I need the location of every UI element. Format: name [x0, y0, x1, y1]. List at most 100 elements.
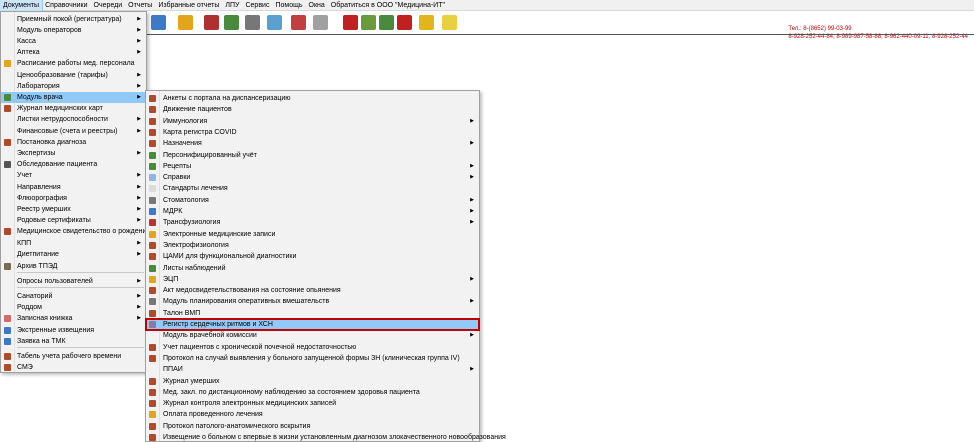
- submenu-item[interactable]: Оплата проведенного лечения: [146, 409, 479, 420]
- toolbar-icon[interactable]: [204, 15, 219, 30]
- submenu-item[interactable]: Анкеты с портала на диспансеризацию: [146, 93, 479, 104]
- menu-item[interactable]: Учет ▶: [1, 170, 146, 181]
- submenu-item[interactable]: Справки ▶: [146, 172, 479, 183]
- menubar-item[interactable]: Сервис: [242, 0, 272, 11]
- toolbar-icon[interactable]: [397, 15, 412, 30]
- submenu-item[interactable]: Листы наблюдений: [146, 263, 479, 274]
- submenu-item[interactable]: ЭЦП ▶: [146, 274, 479, 285]
- submenu-arrow-icon: ▶: [137, 315, 141, 321]
- submenu-item[interactable]: Электрофизиология: [146, 240, 479, 251]
- toolbar-icon[interactable]: [245, 15, 260, 30]
- menubar-item[interactable]: Справочники: [42, 0, 90, 11]
- menu-item[interactable]: Архив ТПЭД: [1, 261, 146, 272]
- menu-item[interactable]: Родовые сертификаты ▶: [1, 215, 146, 226]
- submenu-item[interactable]: Талон ВМП: [146, 308, 479, 319]
- menu-item[interactable]: Приемный покой (регистратура) ▶: [1, 14, 146, 25]
- submenu-arrow-icon: ▶: [470, 140, 474, 147]
- menubar-item[interactable]: Обратиться в ООО "Медицина-ИТ": [328, 0, 448, 11]
- submenu-item[interactable]: Журнал контроля электронных медицинских …: [146, 398, 479, 409]
- menubar-item[interactable]: Избранные отчеты: [155, 0, 222, 11]
- menu-item-label: Учет: [17, 172, 32, 179]
- submenu-item[interactable]: МДРК ▶: [146, 206, 479, 217]
- submenu-item[interactable]: Мед. закл. по дистанционному наблюдению …: [146, 387, 479, 398]
- menu-item[interactable]: Диетпитание ▶: [1, 249, 146, 260]
- menu-item-label: Модуль врачебной комиссии: [163, 332, 257, 340]
- menubar-item[interactable]: Очереди: [91, 0, 126, 11]
- submenu-item[interactable]: Электронные медицинские записи: [146, 229, 479, 240]
- menu-item-icon: [149, 321, 156, 328]
- menu-item[interactable]: Экспертизы ▶: [1, 148, 146, 159]
- submenu-item[interactable]: Трансфузиология ▶: [146, 217, 479, 228]
- menu-item-icon: [4, 105, 11, 112]
- submenu-item[interactable]: Рецепты ▶: [146, 161, 479, 172]
- menu-item[interactable]: Расписание работы мед. персонала: [1, 58, 146, 69]
- submenu-item[interactable]: ЦАМИ для функциональной диагностики: [146, 251, 479, 262]
- toolbar-icon[interactable]: [291, 15, 306, 30]
- submenu-arrow-icon: ▶: [470, 219, 474, 226]
- submenu-item[interactable]: Журнал умерших: [146, 376, 479, 387]
- menu-item[interactable]: Журнал медицинских карт: [1, 103, 146, 114]
- toolbar-icon[interactable]: [419, 15, 434, 30]
- menu-item[interactable]: Аптека ▶: [1, 47, 146, 58]
- menu-separator: [17, 272, 144, 273]
- menubar-item[interactable]: Помощь: [272, 0, 305, 11]
- menu-item[interactable]: Санаторий ▶: [1, 291, 146, 302]
- submenu-item[interactable]: Извещение о больном с впервые в жизни ус…: [146, 432, 506, 442]
- submenu-item[interactable]: Персонифицированный учёт: [146, 150, 479, 161]
- submenu-item[interactable]: Стоматология ▶: [146, 195, 479, 206]
- submenu-item[interactable]: Регистр сердечных ритмов и ХСН: [145, 318, 480, 331]
- menu-item[interactable]: Модуль операторов ▶: [1, 25, 146, 36]
- menu-item[interactable]: Заявка на ТМК: [1, 336, 146, 347]
- submenu-item[interactable]: Учет пациентов с хронической почечной не…: [146, 342, 479, 353]
- menu-item[interactable]: Лаборатория ▶: [1, 81, 146, 92]
- menu-item[interactable]: КПП ▶: [1, 238, 146, 249]
- submenu-item[interactable]: Стандарты лечения: [146, 183, 479, 194]
- submenu-arrow-icon: ▶: [470, 298, 474, 305]
- submenu-item[interactable]: Протокол на случай выявления у больного …: [146, 353, 479, 364]
- menu-item-label: СМЭ: [17, 364, 33, 371]
- menu-item[interactable]: Обследование пациента: [1, 159, 146, 170]
- menu-item-icon: [149, 162, 156, 170]
- submenu-item[interactable]: Протокол патолого-анатомического вскрыти…: [146, 421, 479, 432]
- submenu-item[interactable]: Акт медосвидетельствования на состояние …: [146, 285, 479, 296]
- menu-item[interactable]: Медицинское свидетельство о рождении: [1, 226, 150, 237]
- menu-item[interactable]: Реестр умерших ▶: [1, 204, 146, 215]
- menu-item[interactable]: Листки нетрудоспособности ▶: [1, 114, 146, 125]
- menu-item[interactable]: СМЭ: [1, 362, 146, 373]
- submenu-item[interactable]: Иммунология ▶: [146, 116, 479, 127]
- menu-item[interactable]: Роддом ▶: [1, 302, 146, 313]
- menu-item[interactable]: Касса ▶: [1, 36, 146, 47]
- menu-item-label: ЭЦП: [163, 275, 179, 283]
- menu-item[interactable]: Флюорография ▶: [1, 193, 146, 204]
- menubar-item[interactable]: Документы: [0, 0, 44, 12]
- submenu-item[interactable]: Карта регистра COVID: [146, 127, 479, 138]
- menu-item-icon: [149, 411, 156, 419]
- toolbar-icon[interactable]: [343, 15, 358, 30]
- toolbar-icon[interactable]: [267, 15, 282, 30]
- menubar-item[interactable]: Отчеты: [125, 0, 155, 11]
- menu-item[interactable]: Табель учета рабочего времени: [1, 351, 146, 362]
- toolbar-icon[interactable]: [379, 15, 394, 30]
- submenu-item[interactable]: Модуль планирования оперативных вмешател…: [146, 296, 479, 307]
- toolbar-icon[interactable]: [442, 15, 457, 30]
- toolbar-icon[interactable]: [361, 15, 376, 30]
- submenu-item[interactable]: Движение пациентов: [146, 104, 479, 115]
- menu-item[interactable]: Постановка диагноза: [1, 137, 146, 148]
- menu-item[interactable]: Экстренные извещения: [1, 325, 146, 336]
- menubar-item[interactable]: ЛПУ: [222, 0, 242, 11]
- menu-item[interactable]: Финансовые (счета и реестры) ▶: [1, 126, 146, 137]
- menu-item[interactable]: Записная книжка ▶: [1, 313, 146, 324]
- menubar-item[interactable]: Окна: [306, 0, 328, 11]
- toolbar-icon[interactable]: [313, 15, 328, 30]
- menu-item[interactable]: Опросы пользователей ▶: [1, 276, 146, 287]
- submenu-item[interactable]: Назначения ▶: [146, 138, 479, 149]
- menu-item[interactable]: Направления ▶: [1, 182, 146, 193]
- menu-item[interactable]: Ценообразование (тарифы) ▶: [1, 70, 146, 81]
- toolbar-icon[interactable]: [178, 15, 193, 30]
- toolbar-icon[interactable]: [224, 15, 239, 30]
- menu-item-label: Роддом: [17, 304, 42, 311]
- submenu-item[interactable]: Модуль врачебной комиссии ▶: [146, 330, 479, 341]
- toolbar-icon[interactable]: [151, 15, 166, 30]
- menu-item[interactable]: Модуль врача ▶: [1, 92, 146, 103]
- submenu-item[interactable]: ППАИ ▶: [146, 364, 479, 375]
